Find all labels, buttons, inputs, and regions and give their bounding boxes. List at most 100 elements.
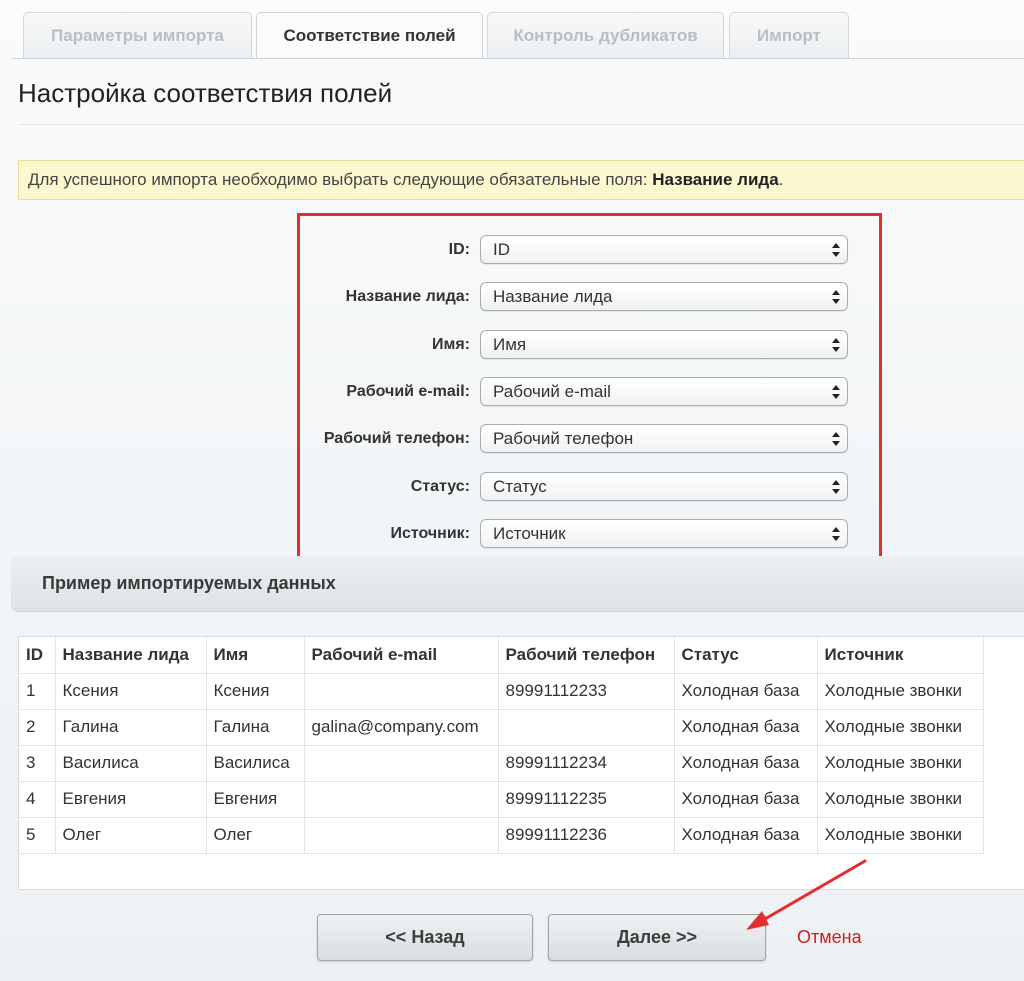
table-cell: Холодные звонки [816, 780, 984, 818]
table-cell: Холодные звонки [816, 816, 984, 854]
mapping-label: Рабочий e-mail: [346, 383, 470, 400]
select-value: Рабочий телефон [493, 429, 634, 448]
tab-label: Параметры импорта [51, 25, 224, 45]
select-value: Источник [493, 524, 566, 543]
column-header: Имя [205, 637, 305, 674]
mapping-select-status[interactable]: Статус [480, 472, 848, 501]
table-cell: Холодные звонки [816, 672, 984, 710]
table-cell: Холодная база [673, 744, 818, 782]
table-cell [303, 816, 499, 854]
table-cell: 3 [19, 744, 56, 782]
tab-import[interactable]: Импорт [729, 12, 849, 58]
table-cell: Холодные звонки [816, 708, 984, 746]
table-cell: galina@company.com [303, 708, 499, 746]
table-cell [497, 708, 675, 746]
title-divider [18, 124, 1024, 125]
select-arrows-icon [832, 480, 840, 494]
notice-suffix: . [778, 170, 784, 189]
tab-label: Соответствие полей [283, 26, 456, 45]
required-fields-notice: Для успешного импорта необходимо выбрать… [18, 160, 1024, 200]
table-row: 3 Василиса Василиса 89991112234 Холодная… [19, 744, 984, 782]
select-value: Название лида [493, 287, 613, 306]
column-header: Рабочий телефон [497, 637, 675, 674]
mapping-select-work-email[interactable]: Рабочий e-mail [480, 377, 848, 406]
tab-duplicate-control[interactable]: Контроль дубликатов [487, 12, 724, 58]
tabs-baseline [12, 58, 1024, 59]
tab-import-params[interactable]: Параметры импорта [23, 12, 252, 58]
mapping-select-lead-name[interactable]: Название лида [480, 282, 848, 311]
mapping-row-id: ID: ID [300, 235, 885, 265]
select-arrows-icon [832, 290, 840, 304]
preview-table: ID Название лида Имя Рабочий e-mail Рабо… [19, 637, 984, 854]
mapping-row-source: Источник: Источник [300, 519, 885, 549]
mapping-label: Название лида: [345, 288, 470, 305]
table-cell: 5 [19, 816, 56, 854]
mapping-row-work-phone: Рабочий телефон: Рабочий телефон [300, 424, 885, 454]
mapping-select-work-phone[interactable]: Рабочий телефон [480, 424, 848, 453]
table-cell: Галина [205, 708, 305, 746]
field-mapping-form: ID: ID Название лида: Название лида Имя:… [297, 213, 882, 563]
column-header: Название лида [54, 637, 207, 674]
preview-table-container: ID Название лида Имя Рабочий e-mail Рабо… [18, 636, 1024, 890]
column-header: Источник [816, 637, 984, 674]
preview-title: Пример импортируемых данных [42, 573, 336, 593]
table-row: 1 Ксения Ксения 89991112233 Холодная баз… [19, 672, 984, 710]
select-arrows-icon [832, 243, 840, 257]
table-row: 2 Галина Галина galina@company.com Холод… [19, 708, 984, 746]
table-cell: Олег [205, 816, 305, 854]
back-button-label: << Назад [385, 927, 465, 947]
select-value: Имя [493, 335, 527, 354]
table-cell: 2 [19, 708, 56, 746]
tab-label: Импорт [757, 25, 821, 45]
table-cell: Ксения [205, 672, 305, 710]
back-button[interactable]: << Назад [317, 914, 533, 961]
select-arrows-icon [832, 432, 840, 446]
mapping-select-first-name[interactable]: Имя [480, 330, 848, 359]
preview-section-header: Пример импортируемых данных [11, 556, 1024, 612]
table-cell: 89991112233 [497, 672, 675, 710]
table-cell: 4 [19, 780, 56, 818]
mapping-row-lead-name: Название лида: Название лида [300, 282, 885, 312]
mapping-select-id[interactable]: ID [480, 235, 848, 264]
mapping-row-first-name: Имя: Имя [300, 330, 885, 360]
table-cell: Василиса [205, 744, 305, 782]
select-arrows-icon [832, 385, 840, 399]
mapping-label: ID: [448, 241, 470, 258]
column-header: Рабочий e-mail [303, 637, 499, 674]
select-arrows-icon [832, 338, 840, 352]
mapping-row-status: Статус: Статус [300, 472, 885, 502]
select-value: Рабочий e-mail [493, 382, 611, 401]
table-cell: Холодная база [673, 816, 818, 854]
wizard-tabs: Параметры импорта Соответствие полей Кон… [0, 0, 1024, 59]
table-cell: Евгения [205, 780, 305, 818]
mapping-label: Статус: [410, 478, 470, 495]
notice-required-field: Название лида [652, 170, 779, 189]
select-value: Статус [493, 477, 547, 496]
notice-text: Для успешного импорта необходимо выбрать… [28, 170, 653, 189]
table-cell [303, 672, 499, 710]
column-header: Статус [673, 637, 818, 674]
table-cell: Холодная база [673, 708, 818, 746]
table-row: 5 Олег Олег 89991112236 Холодная база Хо… [19, 816, 984, 854]
table-cell: Холодная база [673, 780, 818, 818]
table-cell: Холодная база [673, 672, 818, 710]
column-header: ID [19, 637, 56, 674]
table-header-row: ID Название лида Имя Рабочий e-mail Рабо… [19, 637, 984, 674]
mapping-select-source[interactable]: Источник [480, 519, 848, 548]
page-title: Настройка соответствия полей [18, 78, 393, 108]
table-cell: Галина [54, 708, 207, 746]
table-cell: 89991112235 [497, 780, 675, 818]
select-value: ID [493, 240, 510, 259]
mapping-label: Источник: [390, 525, 470, 542]
table-cell: Олег [54, 816, 207, 854]
next-button[interactable]: Далее >> [548, 914, 766, 961]
table-cell: Василиса [54, 744, 207, 782]
mapping-label: Имя: [432, 336, 470, 353]
table-cell [303, 780, 499, 818]
table-cell: 89991112234 [497, 744, 675, 782]
tab-field-mapping[interactable]: Соответствие полей [256, 12, 483, 59]
table-cell: Евгения [54, 780, 207, 818]
mapping-label: Рабочий телефон: [323, 430, 470, 447]
table-cell: Холодные звонки [816, 744, 984, 782]
table-cell: 89991112236 [497, 816, 675, 854]
